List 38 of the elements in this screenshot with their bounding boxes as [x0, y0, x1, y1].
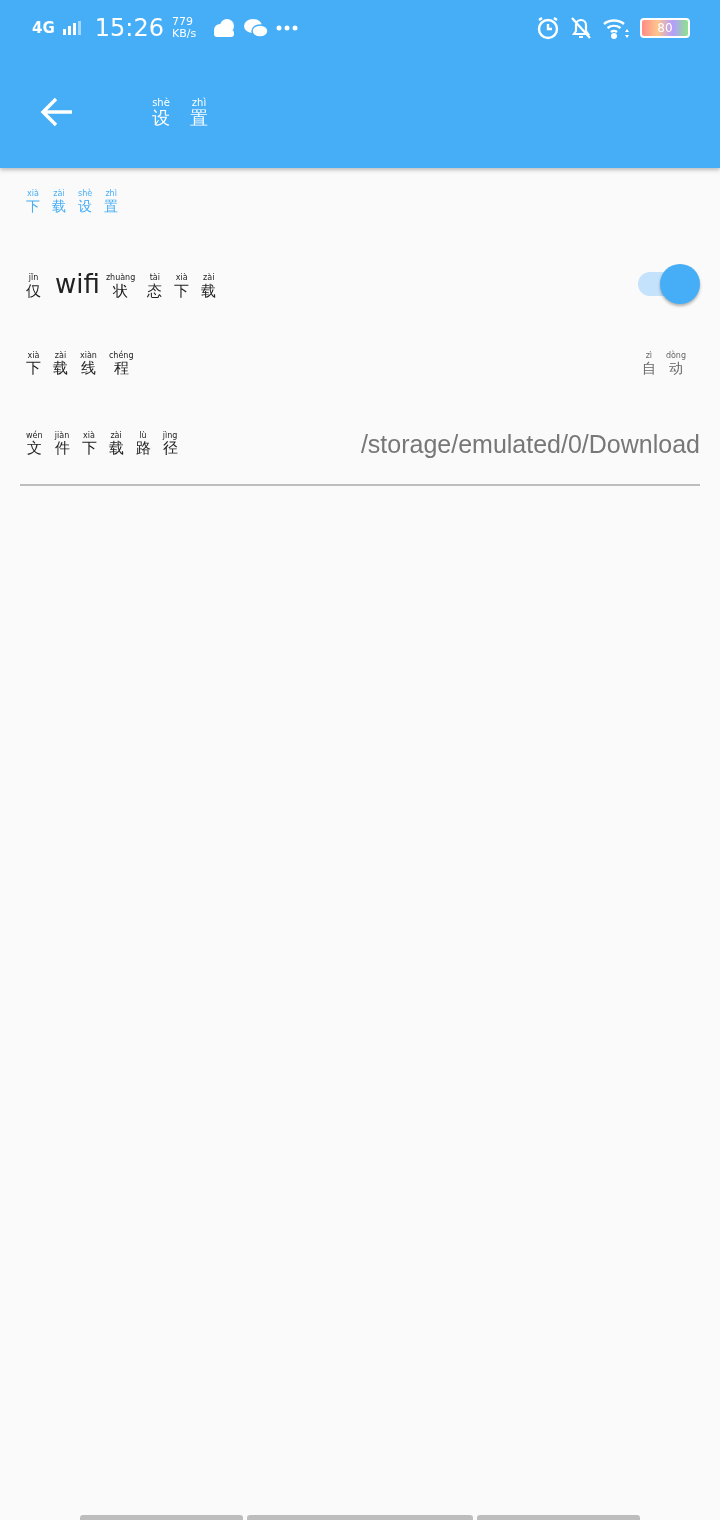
pinyin-character: zài 载 [201, 273, 217, 300]
pinyin-character: xià 下 [26, 351, 41, 377]
pinyin-character: zhuàng 状 [105, 273, 136, 300]
battery-level: 80 [640, 18, 690, 38]
pinyin-character: zài 载 [52, 190, 66, 215]
pinyin-character: xià 下 [81, 431, 97, 457]
pinyin-character: zài 载 [53, 351, 68, 377]
pinyin-character: jiàn 件 [54, 431, 70, 457]
pinyin-character: xià 下 [174, 273, 190, 300]
path-value[interactable]: /storage/emulated/0/Download [360, 429, 700, 459]
clock: 15:26 [94, 14, 164, 42]
wifi-icon [602, 17, 630, 39]
pinyin-character: xià 下 [26, 190, 40, 215]
pinyin-character: shè 设 [152, 96, 170, 128]
chat-icon [244, 18, 269, 38]
toggle-switch[interactable] [636, 264, 700, 305]
pinyin-character: xiàn 线 [80, 351, 97, 377]
pinyin-character: wén 文 [26, 431, 43, 457]
pinyin-character: zhì 置 [190, 96, 208, 128]
pinyin-character: jǐn 仅 [26, 273, 41, 300]
pinyin-character: zhì 置 [104, 190, 119, 215]
pinyin-character: zì 自 [641, 352, 656, 377]
pinyin-character: tài 态 [147, 273, 163, 300]
cloud-icon [212, 19, 237, 37]
pinyin-character: zài 载 [108, 431, 124, 457]
bell-off-icon [570, 16, 592, 40]
signal-icon [62, 21, 81, 35]
more-icon [276, 25, 299, 31]
alarm-icon [536, 16, 560, 40]
pinyin-character: chéng 程 [108, 351, 134, 377]
pinyin-character: lù 路 [135, 431, 151, 457]
network-type: 4G [32, 19, 55, 37]
speed-value: 779 [171, 16, 194, 28]
speed-unit: KB/s [171, 28, 197, 40]
pinyin-character: jìng 径 [162, 431, 178, 457]
pinyin-character: shè 设 [78, 190, 93, 215]
latin-word: wifi [55, 269, 100, 300]
pinyin-character: dòng 动 [665, 352, 686, 377]
